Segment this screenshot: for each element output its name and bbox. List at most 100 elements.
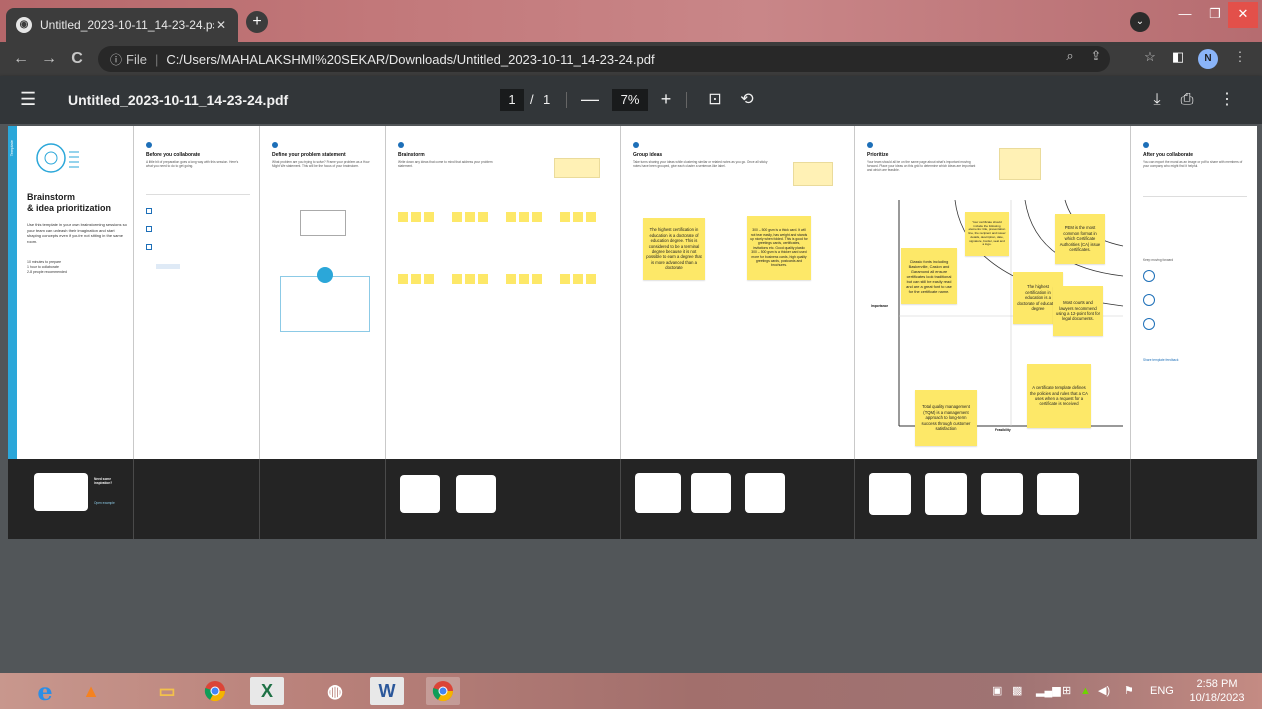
panel-title: Before you collaborate xyxy=(146,152,201,158)
sticky-note xyxy=(573,274,583,284)
download-icon[interactable]: ⤓ xyxy=(1146,90,1168,110)
print-icon[interactable]: ⎙ xyxy=(1176,90,1198,110)
journey-icon xyxy=(1143,294,1155,306)
checkbox-icon xyxy=(146,226,152,232)
internet-explorer-icon[interactable]: e xyxy=(28,677,62,706)
reload-button[interactable]: C xyxy=(66,48,88,70)
app-tray-icon[interactable]: ▩ xyxy=(1012,681,1022,701)
menu-icon[interactable]: ☰ xyxy=(20,90,36,108)
zoom-in-button[interactable]: + xyxy=(656,88,676,110)
drive-tray-icon[interactable]: ▲ xyxy=(1080,681,1091,701)
forward-button[interactable]: → xyxy=(38,48,60,70)
example-thumbnail[interactable] xyxy=(400,475,440,513)
address-bar[interactable]: ⓘ File | C:/Users/MAHALAKSHMI%20SEKAR/Do… xyxy=(98,46,1110,72)
example-thumbnail[interactable] xyxy=(635,473,681,513)
chrome-icon[interactable] xyxy=(198,677,232,705)
zoom-out-button[interactable]: — xyxy=(580,88,600,110)
sticky-note xyxy=(478,212,488,222)
volume-icon[interactable]: ◀) xyxy=(1098,681,1110,701)
panel-desc: What problem are you trying to solve? Fr… xyxy=(272,160,370,169)
sticky-note xyxy=(560,274,570,284)
x-axis-label: Feasibility xyxy=(995,428,1011,432)
share-feedback-link[interactable]: Share template feedback xyxy=(1143,358,1178,362)
example-thumbnail[interactable] xyxy=(691,473,731,513)
more-actions-icon[interactable]: ⋮ xyxy=(1216,90,1238,110)
zoom-input[interactable]: 7% xyxy=(612,89,648,111)
tab-search-button[interactable]: ⌄ xyxy=(1130,12,1150,32)
minimize-button[interactable]: — xyxy=(1170,2,1200,28)
close-window-button[interactable]: ✕ xyxy=(1228,2,1258,28)
language-indicator[interactable]: ENG xyxy=(1150,681,1174,701)
pdf-title: Untitled_2023-10-11_14-23-24.pdf xyxy=(68,92,289,108)
system-clock[interactable]: 2:58 PM 10/18/2023 xyxy=(1182,677,1252,705)
zoom-icon[interactable]: ⌕ xyxy=(1060,47,1080,65)
example-strip: Need some inspiration? Open example xyxy=(8,459,1257,539)
example-thumbnail[interactable] xyxy=(981,473,1023,515)
vlc-icon[interactable]: ▲ xyxy=(74,677,108,705)
page-number-input[interactable]: 1 xyxy=(500,89,524,111)
example-thumbnail[interactable] xyxy=(869,473,911,515)
back-button[interactable]: ← xyxy=(10,48,32,70)
inspiration-title: Need some inspiration? xyxy=(94,477,113,486)
idea-note: 300 – 500 gsm is a thick card. It will n… xyxy=(747,216,811,280)
profile-avatar[interactable]: N xyxy=(1198,49,1218,69)
tray-icon[interactable]: ⊞ xyxy=(1062,681,1071,701)
open-example-link[interactable]: Open example xyxy=(94,501,115,505)
divider xyxy=(146,194,250,195)
example-thumbnail[interactable] xyxy=(925,473,967,515)
idea-note: Most courts and lawyers recommend using … xyxy=(1053,286,1103,336)
step-dot xyxy=(867,142,873,148)
whatsapp-icon[interactable]: ◍ xyxy=(318,677,352,705)
url-separator: | xyxy=(154,51,159,67)
sticky-note xyxy=(573,212,583,222)
open-article-button[interactable] xyxy=(156,264,180,269)
example-thumbnail[interactable] xyxy=(745,473,785,513)
pdf-viewer[interactable]: Template Brainstorm & idea prioritizatio… xyxy=(0,124,1262,673)
info-icon[interactable]: ⓘ xyxy=(110,51,122,68)
browser-tab[interactable]: ◉ Untitled_2023-10-11_14-23-24.pɔ ✕ xyxy=(6,8,238,42)
flag-icon[interactable]: ⚑ xyxy=(1124,681,1134,701)
rotate-icon[interactable]: ⟲ xyxy=(736,90,758,110)
windows-taskbar: e ▲ ▭ X ◍ W ▣ ▩ ▂▄▆ ⊞ ▲ ◀) ⚑ ENG 2:58 PM… xyxy=(0,673,1262,709)
panel-desc: You can export the mural as an image or … xyxy=(1143,160,1243,169)
tip-note xyxy=(793,162,833,186)
bookmark-star-icon[interactable]: ☆ xyxy=(1140,48,1160,66)
browser-tab-strip: ◉ Untitled_2023-10-11_14-23-24.pɔ ✕ + ⌄ … xyxy=(0,0,1262,42)
lightbulb-icon xyxy=(36,143,79,173)
excel-icon[interactable]: X xyxy=(250,677,284,705)
fit-page-icon[interactable]: ⊡ xyxy=(704,90,726,110)
sticky-note xyxy=(398,274,408,284)
panel-title: Group ideas xyxy=(633,152,663,158)
sticky-note xyxy=(586,212,596,222)
more-menu-icon[interactable]: ⋮ xyxy=(1230,48,1250,66)
sticky-note xyxy=(398,212,408,222)
maximize-button[interactable]: ❐ xyxy=(1200,2,1230,28)
sticky-note xyxy=(519,274,529,284)
word-icon[interactable]: W xyxy=(370,677,404,705)
clock-date: 10/18/2023 xyxy=(1189,692,1245,704)
new-tab-button[interactable]: + xyxy=(246,11,268,33)
network-icon[interactable]: ▂▄▆ xyxy=(1036,681,1061,701)
intro-title: Brainstorm & idea prioritization xyxy=(27,192,111,214)
example-thumbnail[interactable] xyxy=(34,473,88,511)
rules-card xyxy=(280,267,370,332)
lightbulb-badge-icon xyxy=(317,267,333,283)
tip-note xyxy=(554,158,600,178)
intro-title-line2: & idea prioritization xyxy=(27,203,112,213)
file-explorer-icon[interactable]: ▭ xyxy=(150,677,184,705)
share-icon[interactable]: ⇪ xyxy=(1086,47,1106,65)
tab-title: Untitled_2023-10-11_14-23-24.pɔ xyxy=(40,18,214,32)
example-thumbnail[interactable] xyxy=(456,475,496,513)
intro-title-line1: Brainstorm xyxy=(27,192,76,202)
sticky-note xyxy=(424,212,434,222)
side-panel-icon[interactable]: ◧ xyxy=(1168,48,1188,66)
sticky-note xyxy=(478,274,488,284)
chrome-logo xyxy=(204,681,226,702)
close-tab-icon[interactable]: ✕ xyxy=(214,18,228,32)
strategy-icon xyxy=(1143,270,1155,282)
example-thumbnail[interactable] xyxy=(1037,473,1079,515)
tip-note xyxy=(999,148,1041,180)
idea-note: PEM is the most common format in which C… xyxy=(1055,214,1105,264)
chrome-active-icon[interactable] xyxy=(426,677,460,705)
antivirus-tray-icon[interactable]: ▣ xyxy=(992,681,1002,701)
